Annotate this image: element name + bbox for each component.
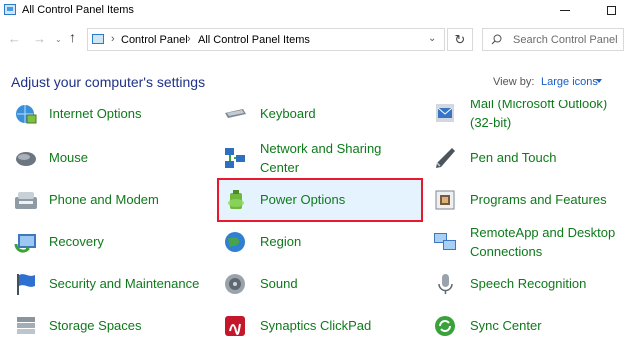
minimize-button[interactable] [552, 0, 578, 20]
item-mail-microsoft-outlook[interactable]: Mail (Microsoft Outlook) (32-bit) [428, 100, 628, 136]
phone-modem-icon [15, 192, 37, 209]
item-label-line1: RemoteApp and Desktop [470, 225, 616, 240]
sync-center-icon [435, 316, 455, 336]
item-label: Mouse [49, 150, 89, 165]
programs-features-icon [435, 190, 455, 210]
item-label-line2: Connections [470, 244, 543, 259]
item-speech-recognition[interactable]: Speech Recognition [428, 263, 628, 305]
item-label: Power Options [260, 192, 346, 207]
recent-locations-chevron-icon[interactable]: ⌄ [55, 33, 62, 46]
window-title: All Control Panel Items [22, 4, 134, 16]
search-input[interactable] [513, 31, 621, 48]
title-bar: All Control Panel Items [0, 0, 630, 22]
pen-icon [436, 148, 455, 168]
item-label-line2: (32-bit) [470, 115, 512, 130]
view-by-dropdown[interactable]: Large icons [541, 76, 598, 88]
minimize-icon [560, 9, 570, 11]
refresh-button[interactable]: ↻ [447, 28, 473, 51]
navigation-bar: ← → ⌄ ↑ › Control Panel › All Control Pa… [0, 25, 630, 55]
item-label: RemoteApp and Desktop Connections [470, 223, 615, 261]
item-remoteapp-and-desktop-connections[interactable]: RemoteApp and Desktop Connections [428, 221, 628, 263]
address-dropdown-chevron-icon[interactable]: ⌄ [428, 33, 436, 44]
item-label: Storage Spaces [49, 318, 142, 333]
control-panel-location-icon [92, 34, 104, 44]
refresh-icon: ↻ [454, 31, 466, 47]
item-label: Keyboard [260, 106, 316, 121]
item-label: Speech Recognition [470, 276, 587, 291]
breadcrumb-separator-icon[interactable]: › [111, 33, 115, 45]
item-security-and-maintenance[interactable]: Security and Maintenance [8, 263, 213, 305]
search-box[interactable] [482, 28, 624, 51]
item-pen-and-touch[interactable]: Pen and Touch [428, 137, 628, 179]
item-storage-spaces[interactable]: Storage Spaces [8, 305, 213, 346]
search-icon [491, 34, 502, 45]
item-keyboard[interactable]: Keyboard [218, 100, 423, 137]
item-label: Pen and Touch [470, 150, 557, 165]
breadcrumb-separator-icon[interactable]: › [187, 33, 191, 45]
item-recovery[interactable]: Recovery [8, 221, 213, 263]
item-label: Network and Sharing Center [260, 139, 381, 177]
mouse-icon [16, 152, 36, 166]
item-label: Security and Maintenance [49, 276, 200, 291]
microphone-icon [438, 274, 453, 294]
item-label: Sound [260, 276, 298, 291]
keyboard-icon [225, 109, 246, 118]
item-phone-and-modem[interactable]: Phone and Modem [8, 179, 213, 221]
item-programs-and-features[interactable]: Programs and Features [428, 179, 628, 221]
sound-speaker-icon [225, 274, 245, 294]
page-title: Adjust your computer's settings [11, 74, 206, 90]
item-mouse[interactable]: Mouse [8, 137, 213, 179]
network-sharing-icon [225, 148, 245, 168]
control-panel-items: Internet Options Mouse Phone and Modem R… [0, 100, 630, 346]
header-row: Adjust your computer's settings View by:… [0, 72, 630, 94]
breadcrumb-all-items[interactable]: All Control Panel Items [198, 34, 310, 46]
view-by-caret-icon[interactable] [596, 79, 602, 83]
item-label: Internet Options [49, 106, 142, 121]
item-label: Mail (Microsoft Outlook) (32-bit) [470, 100, 607, 132]
item-synaptics-clickpad[interactable]: Synaptics ClickPad [218, 305, 423, 346]
item-network-and-sharing-center[interactable]: Network and Sharing Center [218, 137, 423, 179]
up-button[interactable]: ↑ [69, 30, 76, 44]
security-flag-icon [17, 274, 35, 295]
region-globe-icon [225, 232, 245, 252]
item-label: Region [260, 234, 302, 249]
item-label: Synaptics ClickPad [260, 318, 372, 333]
item-label: Programs and Features [470, 192, 607, 207]
view-by-label: View by: [493, 76, 535, 88]
item-label: Recovery [49, 234, 104, 249]
item-region[interactable]: Region [218, 221, 423, 263]
mail-icon [436, 104, 454, 122]
item-label-line1: Network and Sharing [260, 141, 382, 156]
breadcrumb-control-panel[interactable]: Control Panel [121, 34, 188, 46]
item-label-line1: Mail (Microsoft Outlook) [470, 100, 608, 111]
maximize-button[interactable] [598, 0, 624, 20]
item-label: Sync Center [470, 318, 542, 333]
control-panel-icon [4, 4, 16, 15]
item-sync-center[interactable]: Sync Center [428, 305, 628, 346]
item-label: Phone and Modem [49, 192, 159, 207]
storage-spaces-icon [17, 317, 35, 334]
item-label-line2: Center [260, 160, 300, 175]
internet-options-icon [16, 105, 37, 124]
maximize-icon [606, 5, 616, 15]
item-sound[interactable]: Sound [218, 263, 423, 305]
power-options-icon [228, 190, 244, 209]
synaptics-icon [225, 316, 245, 336]
forward-button[interactable]: → [33, 32, 46, 45]
address-bar[interactable]: › Control Panel › All Control Panel Item… [87, 28, 445, 51]
item-internet-options[interactable]: Internet Options [8, 100, 213, 137]
recovery-icon [14, 234, 36, 253]
remoteapp-icon [434, 233, 456, 250]
back-button[interactable]: ← [8, 32, 21, 45]
item-power-options[interactable]: Power Options [217, 178, 423, 222]
